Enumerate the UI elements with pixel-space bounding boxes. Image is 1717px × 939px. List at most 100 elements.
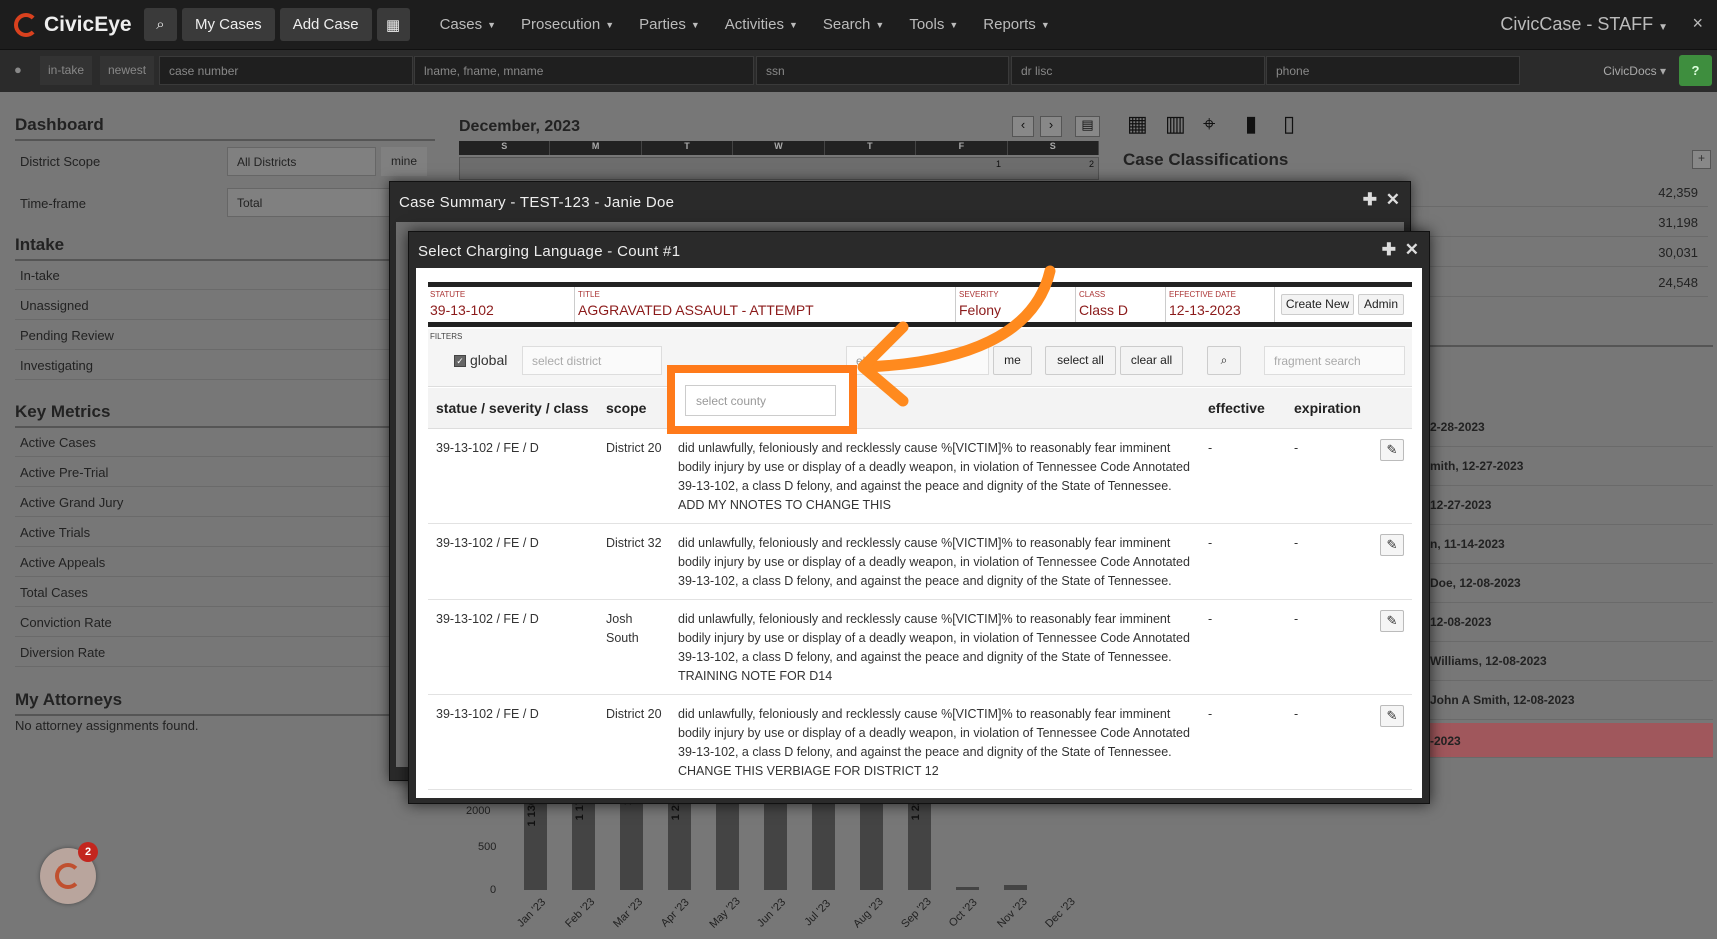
- close-icon[interactable]: ×: [1692, 13, 1703, 34]
- menu-activities[interactable]: Activities ▼: [725, 16, 798, 33]
- calendar-date[interactable]: 1: [996, 159, 1001, 169]
- select-district-input[interactable]: select district: [522, 346, 662, 375]
- civiceye-logo[interactable]: CivicEye: [14, 12, 144, 37]
- x-tick-label: Oct '23: [946, 896, 980, 930]
- user-icon[interactable]: ●: [14, 62, 22, 77]
- timeframe-select[interactable]: Total: [227, 188, 397, 217]
- metric-active-trials[interactable]: Active Trials: [15, 517, 435, 547]
- add-case-button[interactable]: Add Case: [279, 8, 372, 41]
- edit-icon[interactable]: ✎: [1380, 438, 1404, 461]
- calendar-weekday: S: [1008, 141, 1099, 155]
- document-icon[interactable]: ▮: [1245, 111, 1257, 137]
- calendar-weekday: S: [459, 141, 551, 155]
- chart-bar: [764, 795, 787, 890]
- x-tick-label: Jun '23: [754, 896, 789, 930]
- metric-diversion-rate[interactable]: Diversion Rate: [15, 637, 435, 667]
- menu-cases[interactable]: Cases ▼: [440, 16, 496, 33]
- unassigned-item[interactable]: Unassigned: [15, 290, 435, 320]
- close-icon[interactable]: ✕: [1386, 190, 1400, 210]
- global-checkbox[interactable]: ✓: [454, 355, 466, 367]
- menu-tools[interactable]: Tools ▼: [909, 16, 958, 33]
- name-input[interactable]: lname, fname, mname: [414, 56, 754, 85]
- edit-icon[interactable]: ✎: [1380, 609, 1404, 632]
- book-icon[interactable]: ▯: [1283, 111, 1295, 137]
- fragment-search-input[interactable]: fragment search: [1264, 346, 1405, 375]
- calendar-icon[interactable]: ▥: [1165, 111, 1186, 137]
- edit-icon[interactable]: ✎: [1380, 533, 1404, 556]
- cell-effective: -: [1200, 428, 1286, 524]
- col-statute[interactable]: statue / severity / class: [428, 388, 598, 429]
- metric-conviction-rate[interactable]: Conviction Rate: [15, 607, 435, 637]
- menu-prosecution[interactable]: Prosecution ▼: [521, 16, 614, 33]
- help-button[interactable]: ?: [1679, 55, 1712, 86]
- chat-launcher-button[interactable]: 2: [40, 842, 98, 904]
- metric-active-grand-jury[interactable]: Active Grand Jury: [15, 487, 435, 517]
- ssn-input[interactable]: ssn: [756, 56, 1009, 85]
- cell-expiration: -: [1286, 428, 1372, 524]
- metric-active-appeals[interactable]: Active Appeals: [15, 547, 435, 577]
- admin-button[interactable]: Admin: [1358, 294, 1404, 315]
- create-new-button[interactable]: Create New: [1281, 294, 1354, 315]
- mine-button[interactable]: mine: [381, 147, 427, 176]
- dr-license-input[interactable]: dr lisc: [1011, 56, 1265, 85]
- cell-expiration: -: [1286, 694, 1372, 790]
- chevron-down-icon: ▼: [487, 19, 497, 30]
- calendar-weekday: T: [642, 141, 734, 155]
- cell-actions: ✎: [1372, 428, 1412, 524]
- pending-review-item[interactable]: Pending Review: [15, 320, 435, 350]
- district-scope-label: District Scope: [20, 154, 101, 169]
- menu-search[interactable]: Search ▼: [823, 16, 884, 33]
- chevron-down-icon: ▼: [875, 19, 885, 30]
- menu-reports[interactable]: Reports ▼: [983, 16, 1049, 33]
- calculator-icon[interactable]: ▦: [376, 8, 410, 41]
- notification-badge: 2: [78, 842, 98, 862]
- metric-active-cases[interactable]: Active Cases: [15, 427, 435, 457]
- calendar-next-icon[interactable]: ›: [1040, 116, 1062, 137]
- my-cases-button[interactable]: My Cases: [182, 8, 275, 41]
- col-scope[interactable]: scope: [598, 388, 670, 429]
- case-number-input[interactable]: case number: [159, 56, 413, 85]
- chart-bar: [1004, 885, 1027, 890]
- search-icon[interactable]: ⌕: [1207, 346, 1241, 375]
- map-icon[interactable]: ⌖: [1203, 111, 1215, 137]
- table-row[interactable]: 39-13-102 / FE / D District 20 did unlawfu…: [428, 694, 1412, 790]
- x-tick-label: Nov '23: [995, 895, 1030, 931]
- cell-scope: District 20: [598, 428, 670, 524]
- calendar-date[interactable]: 2: [1089, 159, 1094, 169]
- menu-parties[interactable]: Parties ▼: [639, 16, 700, 33]
- x-tick-label: Apr '23: [658, 896, 692, 930]
- district-scope-select[interactable]: All Districts: [227, 147, 376, 176]
- table-row[interactable]: 39-13-102 / FE / D Josh South did unlawful…: [428, 599, 1412, 695]
- clear-all-button[interactable]: clear all: [1120, 346, 1183, 375]
- calendar-view-icon[interactable]: ▤: [1075, 116, 1100, 137]
- col-actions: [1372, 388, 1412, 429]
- table-row[interactable]: 39-13-102 / FE / D District 20 did unlawfu…: [428, 428, 1412, 524]
- y-tick: 500: [478, 841, 497, 853]
- x-tick-label: Dec '23: [1043, 895, 1078, 931]
- in-take-filter[interactable]: in-take: [40, 56, 93, 85]
- add-classification-button[interactable]: +: [1692, 150, 1711, 169]
- col-effective[interactable]: effective: [1200, 388, 1286, 429]
- app-title-menu[interactable]: CivicCase - STAFF ▼: [1500, 14, 1668, 35]
- select-county-input[interactable]: select county: [685, 385, 836, 416]
- search-icon[interactable]: ⌕: [144, 8, 177, 41]
- expand-icon[interactable]: ✚: [1363, 190, 1377, 210]
- calendar-prev-icon[interactable]: ‹: [1012, 116, 1034, 137]
- chevron-down-icon: ▼: [605, 19, 615, 30]
- civicdocs-menu[interactable]: CivicDocs ▾: [1603, 64, 1666, 78]
- close-icon[interactable]: ✕: [1405, 240, 1419, 260]
- metric-active-pre-trial[interactable]: Active Pre-Trial: [15, 457, 435, 487]
- table-row[interactable]: 39-13-102 / FE / D District 32 did unlawfu…: [428, 523, 1412, 600]
- intake-item[interactable]: In-take: [15, 260, 435, 290]
- investigating-item[interactable]: Investigating: [15, 350, 435, 380]
- expand-icon[interactable]: ✚: [1382, 240, 1396, 260]
- chart-bar: [620, 795, 643, 890]
- metric-total-cases[interactable]: Total Cases2: [15, 577, 435, 607]
- calculator-icon[interactable]: ▦: [1127, 111, 1148, 137]
- phone-input[interactable]: phone: [1266, 56, 1520, 85]
- x-tick-label: Jul '23: [802, 897, 834, 929]
- edit-icon[interactable]: ✎: [1380, 704, 1404, 727]
- cell-effective: -: [1200, 599, 1286, 695]
- col-expiration[interactable]: expiration: [1286, 388, 1372, 429]
- newest-filter[interactable]: newest: [100, 56, 155, 85]
